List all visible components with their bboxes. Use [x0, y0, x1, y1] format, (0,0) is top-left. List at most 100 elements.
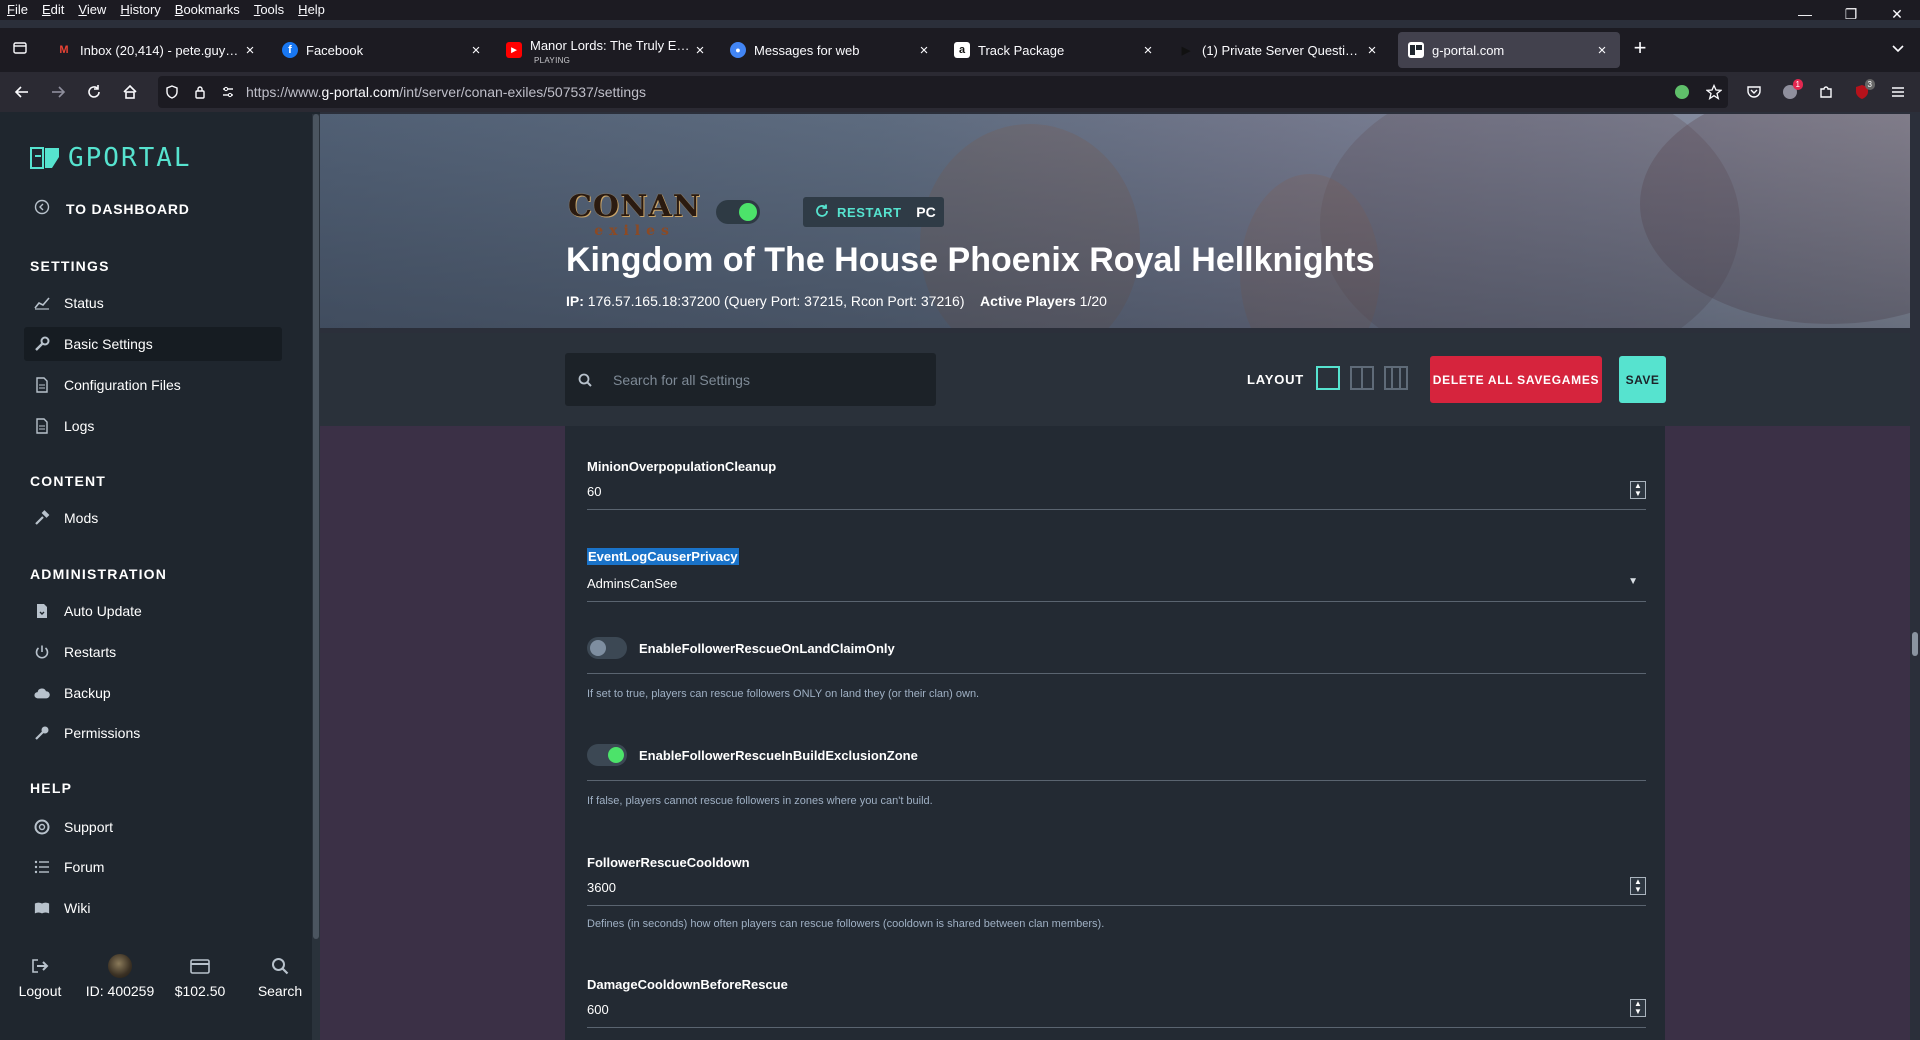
close-icon[interactable]: ×: [1364, 42, 1380, 59]
sidebar-item-configuration-files[interactable]: Configuration Files: [24, 368, 282, 402]
sidebar-scrollbar[interactable]: [312, 114, 320, 1040]
number-stepper-icon[interactable]: ▲ ▼: [1630, 999, 1646, 1017]
section-content-heading: CONTENT: [30, 473, 107, 489]
menu-history[interactable]: History: [113, 0, 167, 20]
tab-gportal[interactable]: g-portal.com ×: [1398, 32, 1620, 68]
close-window-icon[interactable]: ✕: [1874, 0, 1920, 28]
gportal-logo[interactable]: GPORTAL: [30, 143, 192, 173]
to-dashboard-link[interactable]: TO DASHBOARD: [34, 199, 190, 218]
menu-bookmarks[interactable]: Bookmarks: [168, 0, 247, 20]
tab-discord[interactable]: ▶ (1) Private Server Questions - C ×: [1168, 32, 1390, 68]
sidebar-item-logs[interactable]: Logs: [24, 409, 282, 443]
sidebar-item-status[interactable]: Status: [24, 286, 282, 320]
menu-file[interactable]: File: [0, 0, 35, 20]
sidebar-item-backup[interactable]: Backup: [24, 676, 282, 710]
logout-button[interactable]: Logout: [0, 955, 80, 999]
settings-panel: [565, 426, 1665, 1040]
sign-out-icon: [0, 955, 80, 977]
extensions-puzzle-icon[interactable]: [1808, 76, 1844, 108]
tab-gmail[interactable]: M Inbox (20,414) - pete.guyette@ ×: [46, 32, 268, 68]
ip-value[interactable]: 176.57.165.18:37200 (Query Port: 37215, …: [588, 293, 965, 309]
toggle-knob: [590, 640, 606, 656]
sidebar-scrollbar-thumb[interactable]: [313, 114, 319, 939]
search-button[interactable]: Search: [240, 955, 320, 999]
sidebar-item-support[interactable]: Support: [24, 810, 282, 844]
setting-help-text: If false, players cannot rescue follower…: [587, 795, 933, 807]
layout-two-column-button[interactable]: [1350, 366, 1374, 390]
close-icon[interactable]: ×: [1140, 42, 1156, 59]
close-icon[interactable]: ×: [468, 42, 484, 59]
rescue-exclusion-zone-toggle[interactable]: [587, 744, 627, 766]
restart-button[interactable]: RESTART: [803, 197, 914, 227]
pocket-icon[interactable]: [1736, 76, 1772, 108]
layout-three-column-button[interactable]: [1384, 366, 1408, 390]
server-power-toggle[interactable]: [716, 200, 760, 224]
save-button[interactable]: SAVE: [1619, 356, 1666, 403]
ublock-badge: 3: [1864, 79, 1875, 90]
permissions-icon[interactable]: [214, 85, 242, 99]
number-stepper-icon[interactable]: ▲ ▼: [1630, 877, 1646, 895]
ublock-icon[interactable]: 3: [1844, 76, 1880, 108]
close-icon[interactable]: ×: [242, 42, 258, 59]
menu-help[interactable]: Help: [291, 0, 332, 20]
balance-button[interactable]: $102.50: [160, 955, 240, 999]
hamburger-menu-icon[interactable]: [1880, 76, 1916, 108]
reload-icon[interactable]: [76, 76, 112, 108]
power-icon: [34, 644, 50, 660]
restore-icon[interactable]: ❐: [1828, 0, 1874, 28]
settings-search-input[interactable]: [613, 371, 913, 388]
search-icon: [565, 373, 605, 387]
credit-card-icon: [160, 955, 240, 977]
close-icon[interactable]: ×: [1594, 42, 1610, 59]
sidebar-item-forum[interactable]: Forum: [24, 850, 282, 884]
menu-tools[interactable]: Tools: [247, 0, 291, 20]
settings-search-box[interactable]: [565, 353, 936, 406]
page-scrollbar-thumb[interactable]: [1912, 632, 1918, 656]
conan-exiles-logo: CONAN exiles: [568, 192, 701, 245]
page-scrollbar[interactable]: [1910, 114, 1920, 1040]
tab-facebook[interactable]: f Facebook ×: [272, 32, 494, 68]
minimize-icon[interactable]: —: [1782, 0, 1828, 28]
damage-cooldown-input[interactable]: 600 ▲ ▼: [587, 999, 1646, 1028]
sidebar-item-basic-settings[interactable]: Basic Settings: [24, 327, 282, 361]
url-text[interactable]: https://www.g-portal.com/int/server/cona…: [246, 84, 646, 100]
server-info: IP: 176.57.165.18:37200 (Query Port: 372…: [566, 293, 1107, 309]
user-account-button[interactable]: ID: 400259: [80, 954, 160, 999]
home-icon[interactable]: [112, 76, 148, 108]
tab-title: g-portal.com: [1432, 42, 1505, 58]
tab-youtube[interactable]: ▶ Manor Lords: The Truly Exciting PLAYIN…: [496, 32, 718, 68]
sidebar-item-mods[interactable]: Mods: [24, 501, 282, 535]
tab-messages[interactable]: ● Messages for web ×: [720, 32, 942, 68]
setting-follower-rescue-cooldown: FollowerRescueCooldown 3600 ▲ ▼ Defines (…: [587, 855, 1646, 930]
caret-down-icon: ▼: [1628, 576, 1638, 587]
shield-icon[interactable]: [158, 85, 186, 99]
new-tab-icon[interactable]: +: [1628, 35, 1652, 60]
back-icon[interactable]: [4, 76, 40, 108]
extension-globe-icon[interactable]: [1664, 76, 1700, 108]
rescue-land-claim-toggle[interactable]: [587, 637, 627, 659]
menu-view[interactable]: View: [71, 0, 113, 20]
tab-amazon[interactable]: a Track Package ×: [944, 32, 1166, 68]
layout-one-column-button[interactable]: [1316, 366, 1340, 390]
sidebar-item-restarts[interactable]: Restarts: [24, 635, 282, 669]
delete-all-savegames-button[interactable]: DELETE ALL SAVEGAMES: [1430, 356, 1602, 403]
url-bar[interactable]: https://www.g-portal.com/int/server/cona…: [158, 76, 1728, 108]
arrow-left-circle-icon: [34, 199, 50, 218]
extension-notify-icon[interactable]: 1: [1772, 76, 1808, 108]
sidebar-item-wiki[interactable]: Wiki: [24, 891, 282, 925]
rescue-cooldown-input[interactable]: 3600 ▲ ▼: [587, 877, 1646, 906]
menu-edit[interactable]: Edit: [35, 0, 71, 20]
tab-list-icon[interactable]: [8, 36, 32, 60]
tab-title: Messages for web: [754, 42, 860, 58]
sidebar-item-auto-update[interactable]: Auto Update: [24, 594, 282, 628]
sidebar-item-permissions[interactable]: Permissions: [24, 716, 282, 750]
close-icon[interactable]: ×: [692, 42, 708, 59]
close-icon[interactable]: ×: [916, 42, 932, 59]
number-stepper-icon[interactable]: ▲ ▼: [1630, 481, 1646, 499]
event-log-privacy-select[interactable]: AdminsCanSee ▼: [587, 576, 1646, 602]
lock-icon[interactable]: [186, 85, 214, 99]
chevron-down-icon[interactable]: [1886, 36, 1910, 60]
minion-cleanup-input[interactable]: 60 ▲ ▼: [587, 481, 1646, 510]
bookmark-star-icon[interactable]: [1696, 76, 1732, 108]
forward-icon[interactable]: [40, 76, 76, 108]
